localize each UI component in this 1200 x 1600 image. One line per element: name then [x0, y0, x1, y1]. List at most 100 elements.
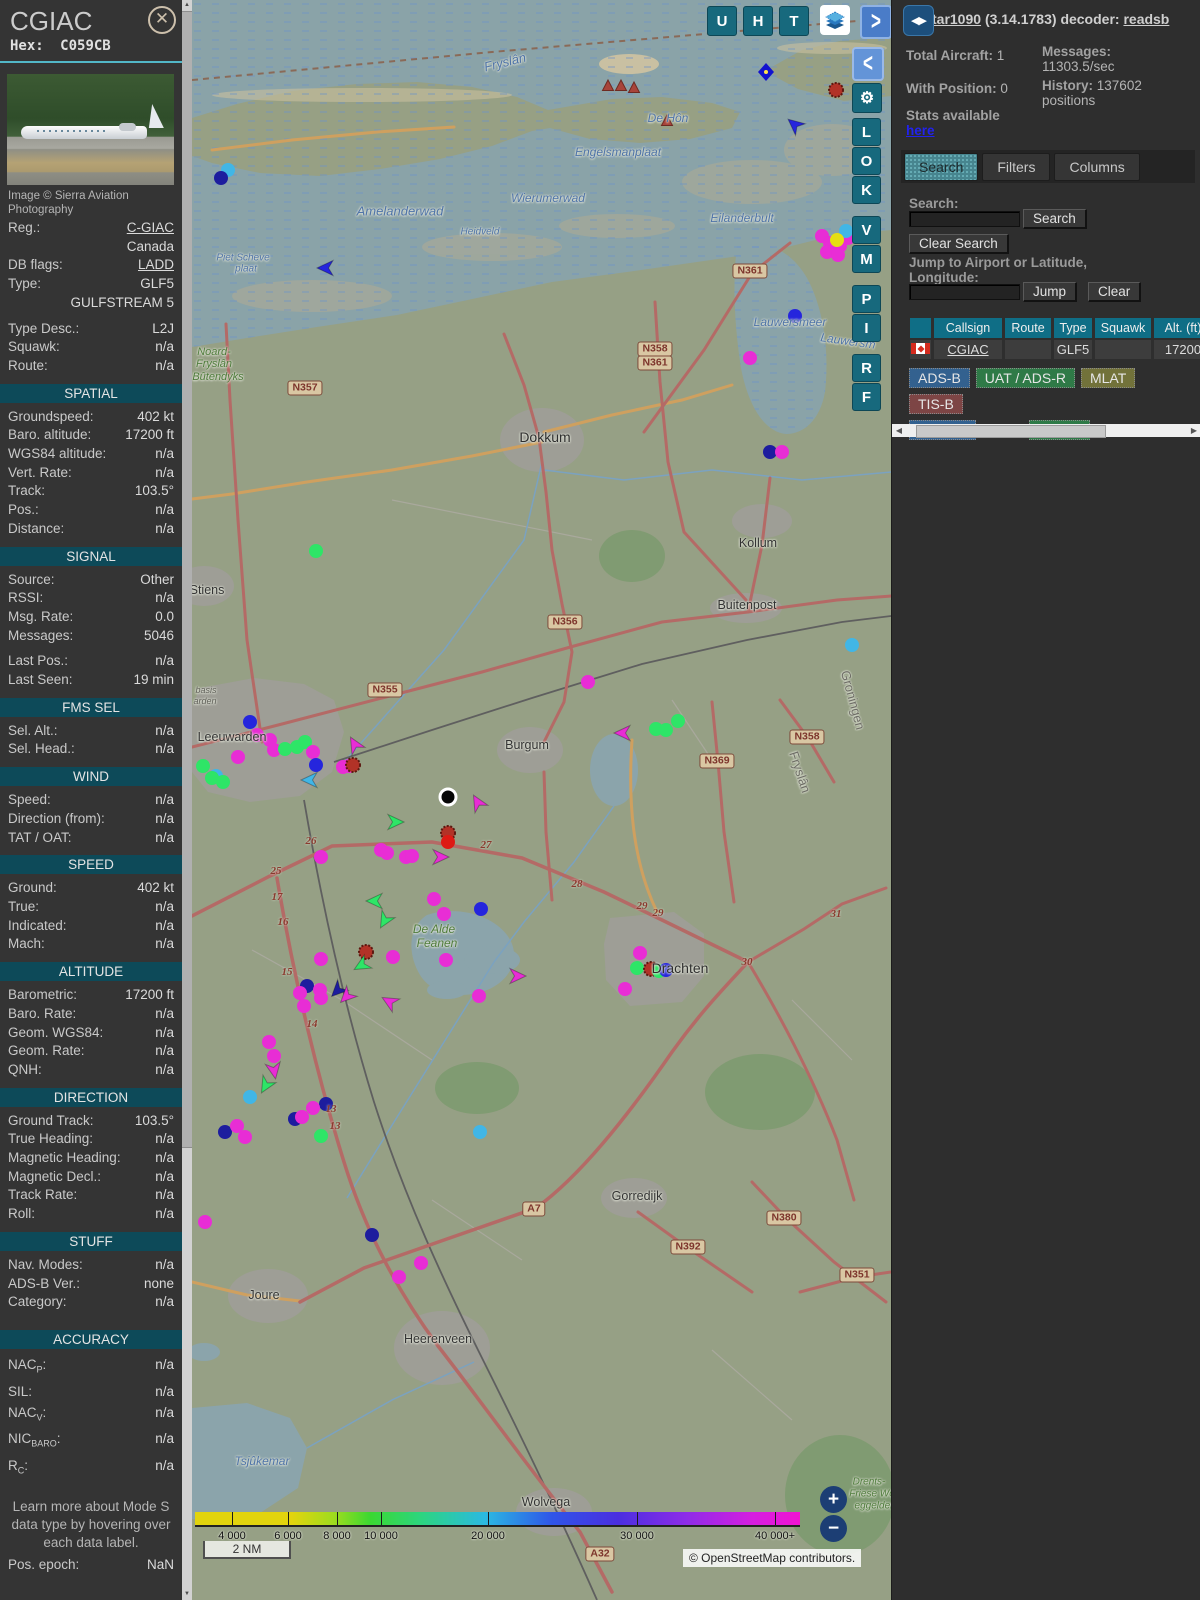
settings-button[interactable]: ⚙	[852, 83, 882, 113]
aircraft-marker[interactable]	[414, 1256, 428, 1270]
aircraft-marker[interactable]	[198, 1215, 212, 1229]
search-input[interactable]	[909, 211, 1020, 227]
sidebar-scrollbar[interactable]: ▲ ▼	[182, 0, 192, 1600]
aircraft-marker[interactable]	[427, 892, 441, 906]
aircraft-marker[interactable]	[831, 248, 845, 262]
scroll-left-icon[interactable]: ◀	[892, 424, 906, 437]
aircraft-marker[interactable]	[380, 846, 394, 860]
map-button-k[interactable]: K	[852, 176, 881, 204]
aircraft-marker[interactable]	[231, 750, 245, 764]
aircraft-marker[interactable]	[264, 1060, 283, 1081]
aircraft-marker[interactable]	[472, 989, 486, 1003]
aircraft-marker[interactable]	[293, 986, 307, 1000]
aircraft-marker[interactable]	[196, 759, 210, 773]
map[interactable]: > < ⚙ 4 000 6 000 8 000 10 000 20 000 30 000 4…	[192, 0, 891, 1600]
panel-toggle-button[interactable]: ◀▶	[903, 5, 934, 36]
aircraft-marker[interactable]	[474, 902, 488, 916]
aircraft-marker[interactable]	[775, 445, 789, 459]
aircraft-marker[interactable]	[431, 848, 451, 866]
panel-expand-button[interactable]: >	[860, 5, 891, 39]
aircraft-marker[interactable]	[218, 1125, 232, 1139]
aircraft-marker[interactable]	[439, 953, 453, 967]
aircraft-marker[interactable]	[467, 791, 490, 815]
aircraft-marker[interactable]	[618, 982, 632, 996]
aircraft-marker[interactable]	[309, 544, 323, 558]
aircraft-marker[interactable]	[315, 259, 335, 277]
callsign-link[interactable]: CGIAC	[934, 340, 1002, 359]
aircraft-marker[interactable]	[314, 1129, 328, 1143]
aircraft-marker[interactable]	[581, 675, 595, 689]
column-header-route[interactable]: Route	[1005, 318, 1051, 338]
table-row[interactable]: CGIAC GLF5 17200	[910, 338, 1200, 359]
column-header-type[interactable]: Type	[1054, 318, 1092, 338]
aircraft-marker[interactable]	[243, 1090, 257, 1104]
aircraft-marker[interactable]	[828, 82, 844, 98]
tab-columns[interactable]: Columns	[1054, 153, 1140, 181]
aircraft-marker[interactable]	[314, 850, 328, 864]
aircraft-marker[interactable]	[278, 742, 292, 756]
aircraft-marker[interactable]	[763, 445, 777, 459]
map-button-v[interactable]: V	[852, 216, 881, 244]
jump-input[interactable]	[909, 284, 1020, 300]
aircraft-marker[interactable]	[214, 171, 228, 185]
aircraft-marker[interactable]	[659, 723, 673, 737]
layers-button[interactable]	[820, 5, 850, 35]
selected-aircraft-marker[interactable]	[438, 787, 458, 807]
aircraft-marker[interactable]	[295, 1110, 309, 1124]
aircraft-marker[interactable]	[612, 724, 632, 742]
readsb-link[interactable]: readsb	[1123, 11, 1169, 27]
filter-chip-mlat[interactable]: MLAT	[1080, 368, 1136, 388]
aircraft-marker[interactable]	[262, 1035, 276, 1049]
column-header-altft[interactable]: Alt. (ft)	[1154, 318, 1200, 338]
zoom-out-button[interactable]: −	[820, 1515, 847, 1542]
aircraft-marker[interactable]	[364, 892, 384, 910]
map-button-h[interactable]: H	[743, 6, 773, 36]
aircraft-marker[interactable]	[314, 991, 328, 1005]
aircraft-marker[interactable]	[344, 733, 367, 757]
aircraft-marker[interactable]	[299, 771, 319, 789]
clear-search-button[interactable]: Clear Search	[909, 234, 1009, 254]
column-header-flag[interactable]	[910, 318, 931, 338]
aircraft-marker[interactable]	[358, 944, 374, 960]
aircraft-marker[interactable]	[306, 1101, 320, 1115]
aircraft-marker[interactable]	[441, 835, 455, 849]
map-attribution[interactable]: © OpenStreetMap contributors.	[683, 1549, 862, 1567]
map-button-f[interactable]: F	[852, 383, 881, 411]
aircraft-marker[interactable]	[365, 1228, 379, 1242]
aircraft-marker[interactable]	[630, 961, 644, 975]
tab-search[interactable]: Search	[904, 153, 979, 181]
aircraft-marker[interactable]	[216, 775, 230, 789]
aircraft-marker[interactable]	[437, 907, 451, 921]
aircraft-marker[interactable]	[243, 715, 257, 729]
link-c-giac[interactable]: C-GIAC	[127, 219, 174, 238]
aircraft-marker[interactable]	[378, 991, 402, 1014]
search-button[interactable]: Search	[1023, 209, 1087, 229]
map-button-r[interactable]: R	[852, 354, 881, 382]
zoom-in-button[interactable]: +	[820, 1486, 847, 1513]
aircraft-marker[interactable]	[633, 946, 647, 960]
hscrollbar-thumb[interactable]	[916, 425, 1106, 438]
aircraft-marker[interactable]	[314, 952, 328, 966]
aircraft-marker[interactable]	[306, 745, 320, 759]
scrollbar-thumb[interactable]	[182, 11, 192, 1148]
aircraft-marker[interactable]	[743, 351, 757, 365]
close-icon[interactable]: ✕	[148, 6, 176, 34]
map-button-u[interactable]: U	[707, 6, 737, 36]
link-ladd[interactable]: LADD	[138, 256, 174, 275]
aircraft-marker[interactable]	[267, 1049, 281, 1063]
aircraft-marker[interactable]	[508, 967, 528, 985]
aircraft-marker[interactable]	[783, 113, 807, 137]
aircraft-marker[interactable]	[386, 813, 406, 831]
aircraft-marker[interactable]	[386, 950, 400, 964]
aircraft-marker[interactable]	[405, 849, 419, 863]
tab-filters[interactable]: Filters	[982, 153, 1051, 181]
map-button-m[interactable]: M	[852, 245, 881, 273]
jump-clear-button[interactable]: Clear	[1088, 282, 1142, 302]
stats-here-link[interactable]: here	[906, 123, 935, 138]
filter-chip-uat-ads-r[interactable]: UAT / ADS-R	[975, 368, 1075, 388]
jump-button[interactable]: Jump	[1023, 282, 1078, 302]
aircraft-marker[interactable]	[392, 1270, 406, 1284]
column-header-callsign[interactable]: Callsign	[934, 318, 1002, 338]
panel-collapse-button[interactable]: <	[852, 47, 884, 81]
aircraft-marker[interactable]	[830, 233, 844, 247]
